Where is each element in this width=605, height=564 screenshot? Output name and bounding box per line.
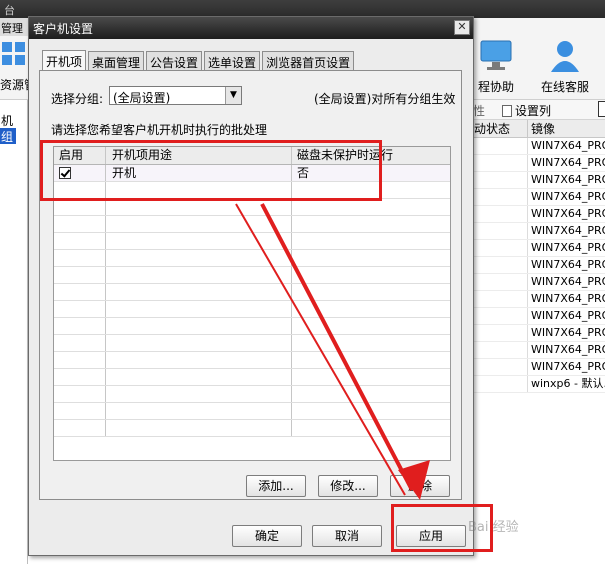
annotation-arrow (235, 203, 430, 500)
watermark: Bai 经验 (468, 520, 519, 535)
arrow-head-icon (398, 460, 430, 500)
